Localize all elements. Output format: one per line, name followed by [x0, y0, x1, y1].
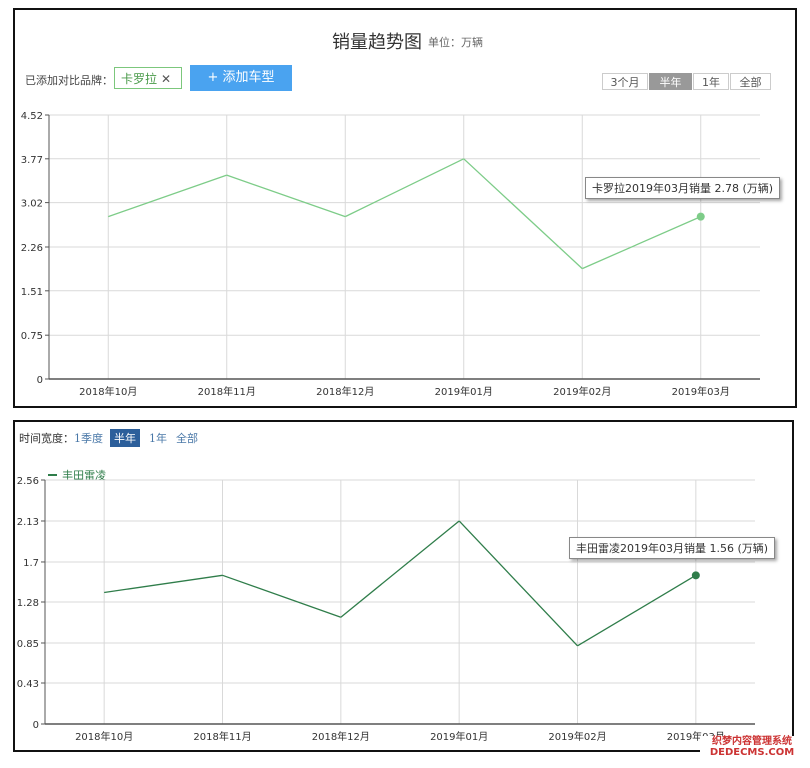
y-tick-label: 0.85 [17, 639, 39, 650]
series-line-segment [226, 174, 346, 218]
y-tick-label: 2.26 [21, 243, 43, 254]
series-line-segment [577, 574, 697, 647]
series-line-segment [108, 174, 227, 218]
x-tick-label: 2019年01月 [430, 730, 488, 743]
y-tick-label: 1.7 [23, 558, 39, 569]
y-tick-label: 1.51 [21, 287, 43, 298]
watermark: 织梦内容管理系统 DEDECMS.COM [700, 736, 804, 758]
y-tick-label: 2.13 [17, 517, 39, 528]
x-tick-label: 2018年11月 [198, 385, 256, 398]
series-line-segment [104, 574, 223, 594]
data-point-highlight [691, 571, 700, 580]
series-line-segment [463, 158, 583, 270]
series-line-segment [458, 520, 578, 647]
y-tick-label: 3.02 [21, 199, 43, 210]
x-tick-label: 2019年02月 [548, 730, 606, 743]
series-line-segment [222, 574, 342, 618]
x-tick-label: 2019年01月 [435, 385, 493, 398]
y-tick-label: 1.28 [17, 598, 39, 609]
x-tick-label: 2018年10月 [75, 730, 133, 743]
y-tick-label: 0.75 [21, 331, 43, 342]
y-tick-label: 0.43 [17, 679, 39, 690]
y-tick-label: 2.56 [17, 476, 39, 487]
sales-trend-panel-levin: 时间宽度： 1季度 半年 1年 全部 丰田雷凌 0 0.43 0.85 1.28 1.7… [13, 420, 794, 752]
series-line-segment [340, 520, 460, 618]
series-line-segment [581, 216, 702, 270]
y-tick-label: 4.52 [21, 111, 43, 122]
sales-trend-panel-corolla: 销量趋势图 单位：万辆 已添加对比品牌： 卡罗拉 ✕ + 添加车型 3个月 半年 … [13, 8, 797, 408]
x-tick-label: 2018年11月 [193, 730, 251, 743]
watermark-line-2: DEDECMS.COM [709, 747, 795, 758]
y-tick-label: 0 [33, 720, 39, 731]
series-line-segment [344, 158, 465, 218]
watermark-line-1: 织梦内容管理系统 [712, 736, 792, 747]
x-tick-label: 2018年10月 [79, 385, 137, 398]
data-point-highlight [696, 212, 705, 221]
y-tick-label: 0 [37, 375, 43, 386]
x-tick-label: 2019年02月 [553, 385, 611, 398]
data-tooltip: 卡罗拉2019年03月销量 2.78 (万辆) [585, 177, 781, 199]
data-tooltip: 丰田雷凌2019年03月销量 1.56 (万辆) [569, 537, 776, 559]
line-chart-corolla: 0 0.75 1.51 2.26 3.02 3.77 4.52 2018年10月 2018年11… [21, 111, 760, 398]
line-chart-levin: 0 0.43 0.85 1.28 1.7 2.13 2.56 2018年10月 2018年11月… [17, 476, 755, 743]
y-tick-label: 3.77 [21, 155, 43, 166]
x-tick-label: 2018年12月 [312, 730, 370, 743]
x-tick-label: 2018年12月 [316, 385, 374, 398]
x-tick-label: 2019年03月 [672, 385, 730, 398]
